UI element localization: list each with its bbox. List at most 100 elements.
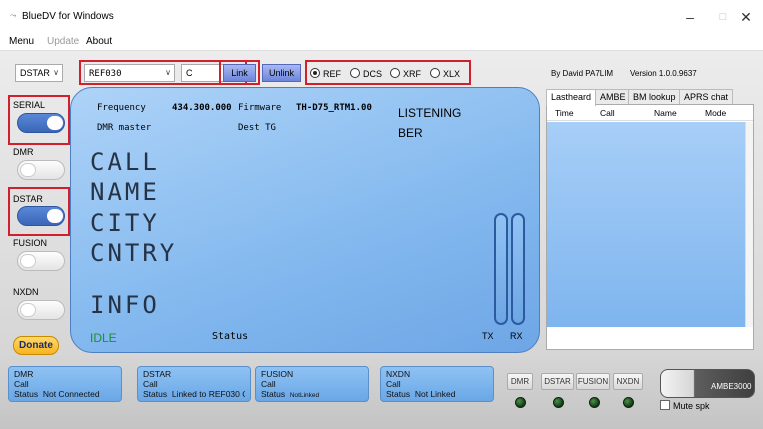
lastheard-scrollbar[interactable] bbox=[745, 122, 753, 327]
mute-speaker-label: Mute spk bbox=[673, 401, 710, 411]
radio-xrf[interactable]: XRF bbox=[390, 67, 421, 81]
tab-aprs-chat[interactable]: APRS chat bbox=[679, 89, 734, 105]
fusion-label: FUSION bbox=[13, 238, 48, 248]
card-fusion-call: Call bbox=[261, 379, 276, 389]
card-fusion: FUSION Call Status NotLinked bbox=[255, 366, 369, 402]
firmware-label: Firmware bbox=[238, 103, 282, 113]
listening-status: LISTENING bbox=[398, 106, 462, 120]
dstar-toggle[interactable] bbox=[17, 206, 65, 226]
menu-item-update[interactable]: Update bbox=[47, 36, 79, 47]
menu-item-menu[interactable]: Menu bbox=[9, 36, 34, 47]
nxdn-led-icon bbox=[623, 397, 634, 408]
card-fusion-status: NotLinked bbox=[289, 392, 320, 399]
dmr-master-label: DMR master bbox=[97, 123, 152, 133]
card-dstar: DSTAR Call Status Linked to REF030 C bbox=[137, 366, 251, 402]
card-dmr-title: DMR bbox=[14, 369, 34, 379]
call-field: CALL bbox=[90, 148, 160, 176]
fusion-led-icon bbox=[589, 397, 600, 408]
led-label-fusion: FUSION bbox=[576, 373, 610, 390]
tx-meter bbox=[494, 213, 508, 325]
tx-label: TX bbox=[482, 331, 494, 341]
version-label: Version 1.0.0.9637 bbox=[630, 69, 697, 78]
radio-icon bbox=[390, 68, 400, 78]
lastheard-table[interactable]: Time Call Name Mode bbox=[546, 104, 754, 350]
firmware-value: TH-D75_RTM1.00 bbox=[296, 103, 372, 113]
city-field: CITY bbox=[90, 209, 160, 237]
chevron-down-icon: ∨ bbox=[53, 68, 59, 77]
rx-label: RX bbox=[510, 331, 523, 341]
menu-bar: Menu Update About bbox=[0, 33, 763, 51]
card-dstar-title: DSTAR bbox=[143, 369, 172, 379]
card-fusion-status-label: Status bbox=[261, 389, 286, 399]
mode-select-value: DSTAR bbox=[20, 68, 50, 78]
link-button[interactable]: Link bbox=[223, 64, 256, 82]
dmr-led-icon bbox=[515, 397, 526, 408]
module-select-value: C bbox=[186, 68, 193, 78]
card-nxdn: NXDN Call Status Not Linked bbox=[380, 366, 494, 402]
tab-lastheard[interactable]: Lastheard bbox=[546, 89, 597, 106]
fusion-toggle[interactable] bbox=[17, 251, 65, 271]
radio-icon bbox=[350, 68, 360, 78]
led-label-nxdn: NXDN bbox=[613, 373, 643, 390]
radio-selected-icon bbox=[310, 68, 320, 78]
led-label-dstar: DSTAR bbox=[541, 373, 574, 390]
card-dstar-call: Call bbox=[143, 379, 158, 389]
card-dmr-status: Not Connected bbox=[42, 389, 100, 399]
radio-icon bbox=[430, 68, 440, 78]
nxdn-label: NXDN bbox=[13, 287, 39, 297]
menu-item-about[interactable]: About bbox=[86, 36, 112, 47]
dmr-toggle[interactable] bbox=[17, 160, 65, 180]
led-label-dmr: DMR bbox=[507, 373, 533, 390]
mode-select[interactable]: DSTAR ∨ bbox=[15, 64, 63, 82]
card-dstar-status: Linked to REF030 C bbox=[171, 389, 245, 399]
card-nxdn-status: Not Linked bbox=[414, 389, 456, 399]
frequency-label: Frequency bbox=[97, 103, 146, 113]
card-dmr-status-label: Status bbox=[14, 389, 39, 399]
card-dstar-status-label: Status bbox=[143, 389, 168, 399]
window-title: BlueDV for Windows bbox=[22, 11, 114, 22]
dstar-label: DSTAR bbox=[13, 194, 43, 204]
ber-label: BER bbox=[398, 126, 423, 140]
serial-label: SERIAL bbox=[13, 100, 46, 110]
card-nxdn-status-label: Status bbox=[386, 389, 411, 399]
unlink-button[interactable]: Unlink bbox=[262, 64, 301, 82]
column-time[interactable]: Time bbox=[555, 108, 574, 118]
lastheard-body bbox=[547, 122, 745, 327]
serial-toggle[interactable] bbox=[17, 113, 65, 133]
frequency-value: 434.300.000 bbox=[172, 103, 232, 113]
column-call[interactable]: Call bbox=[600, 108, 615, 118]
nxdn-toggle[interactable] bbox=[17, 300, 65, 320]
column-name[interactable]: Name bbox=[654, 108, 677, 118]
card-nxdn-call: Call bbox=[386, 379, 401, 389]
card-dmr-call: Call bbox=[14, 379, 29, 389]
tab-bm-lookup[interactable]: BM lookup bbox=[628, 89, 681, 105]
tab-ambe[interactable]: AMBE bbox=[595, 89, 631, 105]
mute-speaker-checkbox[interactable]: Mute spk bbox=[660, 400, 710, 411]
reflector-select[interactable]: REF030 ∨ bbox=[84, 64, 175, 82]
title-bar: ⤳ BlueDV for Windows – □ ✕ bbox=[0, 0, 763, 33]
donate-button[interactable]: Donate bbox=[13, 336, 59, 355]
reflector-select-value: REF030 bbox=[89, 69, 122, 79]
dstar-led-icon bbox=[553, 397, 564, 408]
idle-state: IDLE bbox=[90, 331, 117, 345]
card-dmr: DMR Call Status Not Connected bbox=[8, 366, 122, 402]
dest-tg-label: Dest TG bbox=[238, 123, 276, 133]
column-mode[interactable]: Mode bbox=[705, 108, 726, 118]
radio-dcs[interactable]: DCS bbox=[350, 67, 382, 81]
name-field: NAME bbox=[90, 178, 160, 206]
lastheard-header: Time Call Name Mode bbox=[547, 105, 753, 121]
dmr-label: DMR bbox=[13, 147, 34, 157]
checkbox-icon bbox=[660, 400, 670, 410]
radio-ref[interactable]: REF bbox=[310, 67, 341, 81]
close-button[interactable]: ✕ bbox=[729, 6, 763, 28]
card-nxdn-title: NXDN bbox=[386, 369, 411, 379]
status-label: Status bbox=[212, 331, 249, 342]
info-field: INFO bbox=[90, 291, 160, 319]
rx-meter bbox=[511, 213, 525, 325]
radio-xlx[interactable]: XLX bbox=[430, 67, 460, 81]
ambe3000-label: AMBE3000 bbox=[711, 382, 752, 391]
minimize-button[interactable]: – bbox=[673, 6, 707, 28]
country-field: CNTRY bbox=[90, 239, 178, 267]
card-fusion-title: FUSION bbox=[261, 369, 294, 379]
chevron-down-icon: ∨ bbox=[165, 68, 171, 77]
